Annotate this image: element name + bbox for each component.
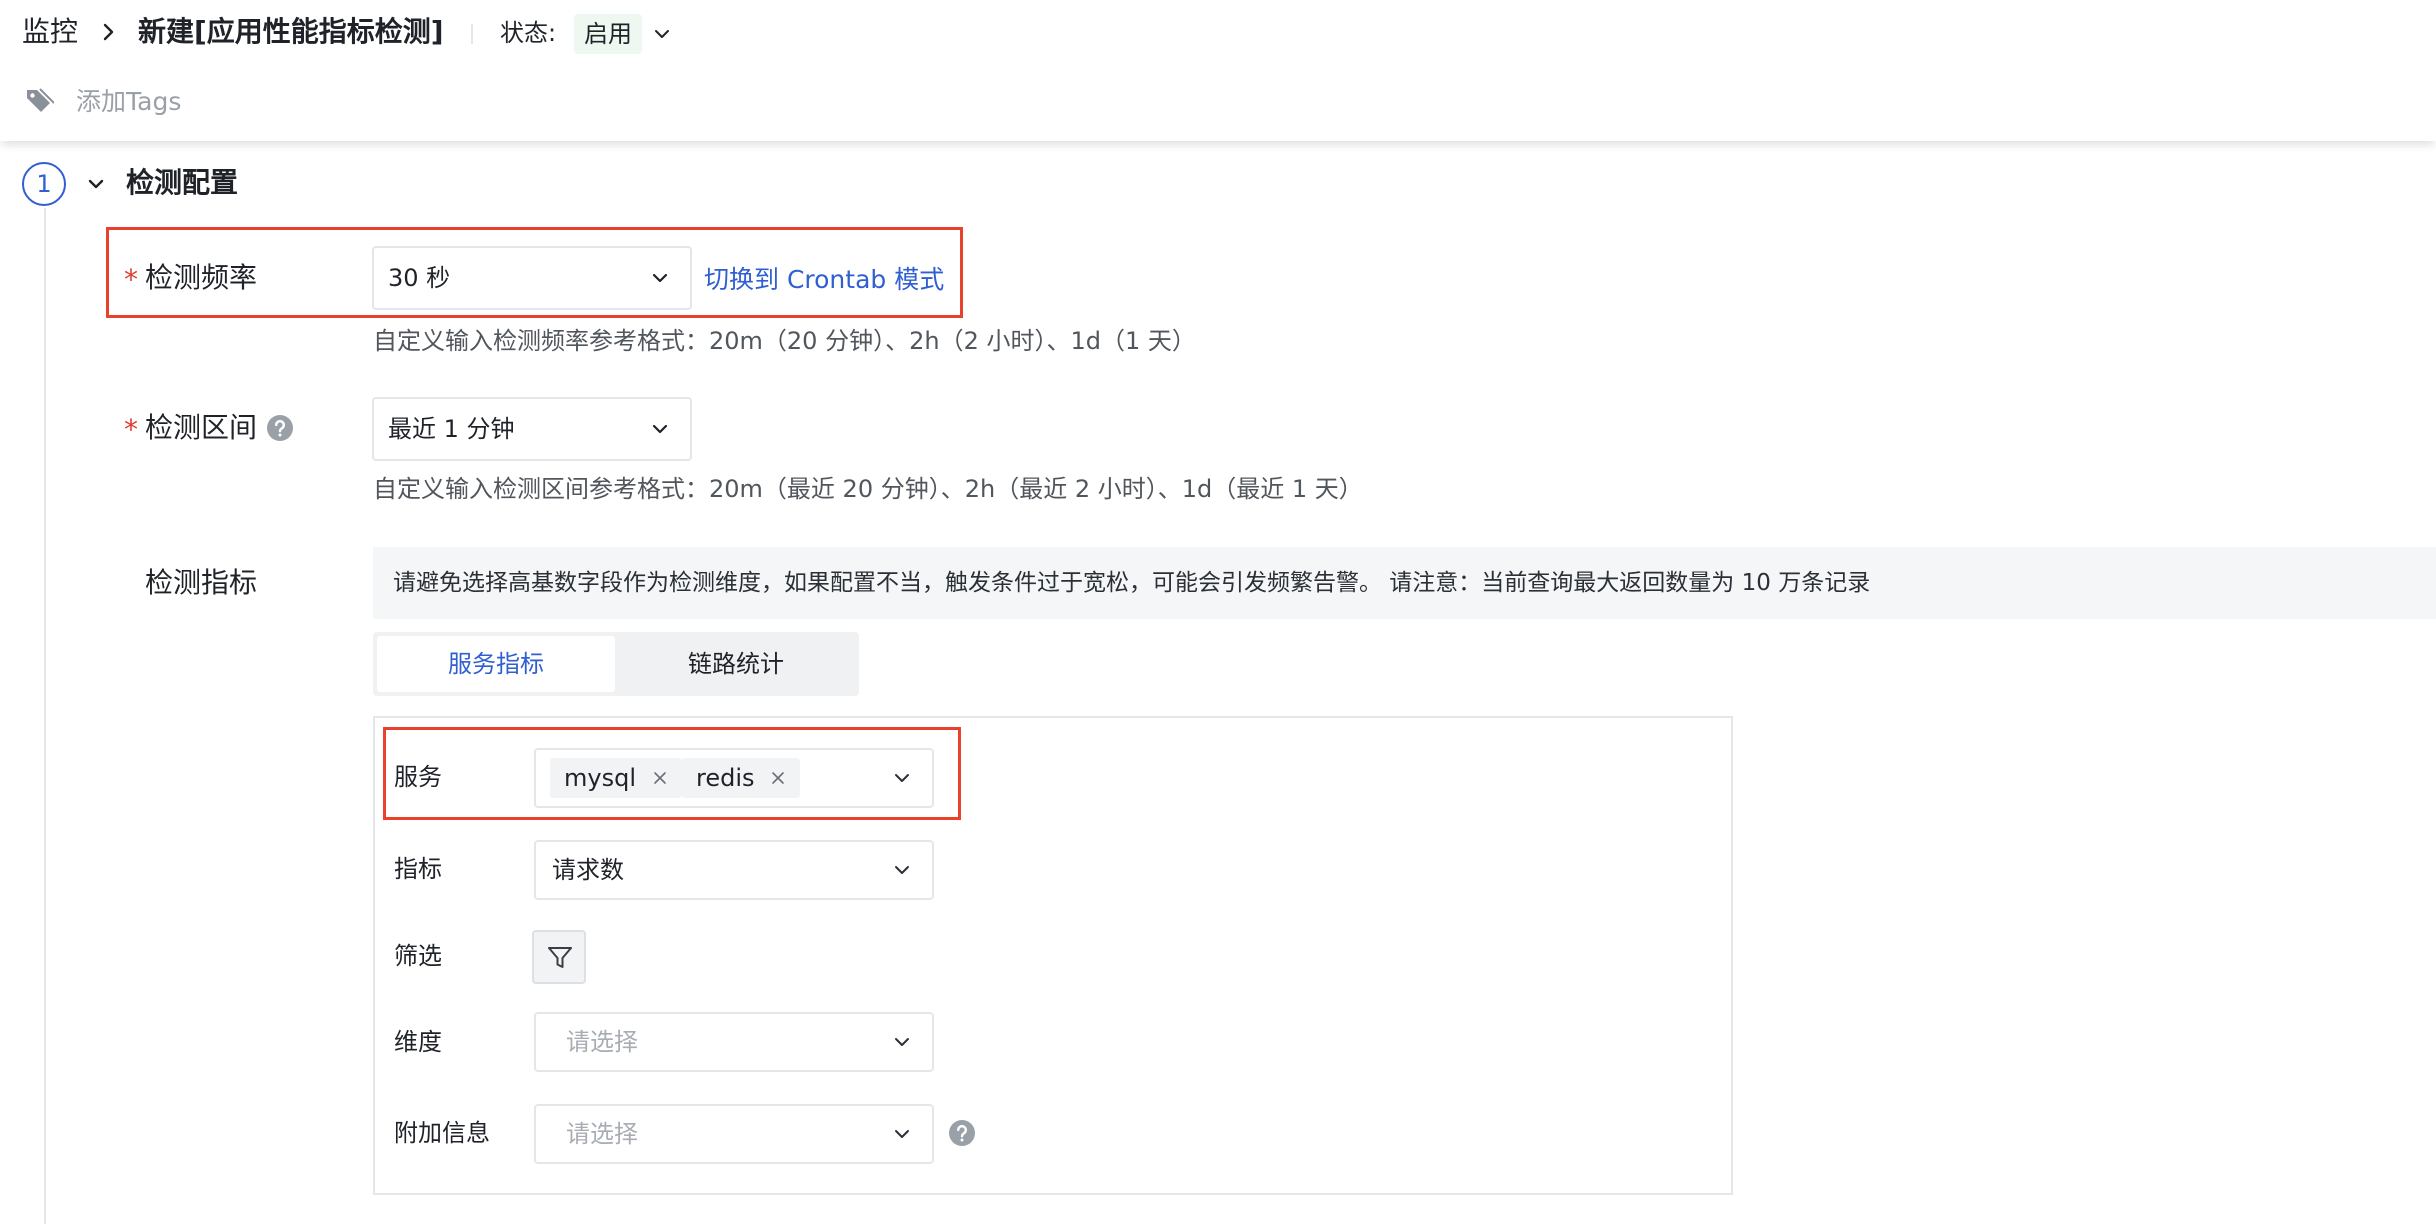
chevron-down-icon[interactable]: [84, 172, 108, 196]
chevron-down-icon: [648, 417, 672, 441]
section-line: [44, 208, 46, 1224]
required-mark: *: [124, 263, 138, 296]
filter-label: 筛选: [394, 942, 442, 970]
chip-label: redis: [696, 764, 755, 792]
range-label: 检测区间: [145, 411, 258, 444]
chevron-down-icon[interactable]: [650, 22, 674, 46]
page-title: 新建[应用性能指标检测]: [138, 15, 444, 48]
service-label: 服务: [394, 763, 442, 791]
section-title[interactable]: 检测配置: [126, 163, 238, 203]
metrics-tabs: 服务指标 链路统计: [373, 632, 859, 696]
chevron-down-icon: [890, 766, 914, 790]
extra-info-select[interactable]: 请选择: [534, 1104, 934, 1164]
metrics-label: 检测指标: [145, 566, 258, 599]
tab-trace-statistics[interactable]: 链路统计: [617, 636, 855, 692]
indicator-label: 指标: [394, 855, 442, 883]
question-circle-icon[interactable]: [266, 414, 294, 442]
selected-chip-redis: redis: [682, 758, 801, 798]
frequency-value: 30 秒: [388, 264, 451, 292]
range-value: 最近 1 分钟: [388, 415, 515, 443]
tag-icon: [24, 86, 54, 116]
metrics-notice-text: 请避免选择高基数字段作为检测维度，如果配置不当，触发条件过于宽松，可能会引发频繁…: [393, 570, 1871, 596]
chevron-down-icon: [648, 266, 672, 290]
indicator-select[interactable]: 请求数: [534, 840, 934, 900]
chip-label: mysql: [564, 764, 636, 792]
dimension-select[interactable]: 请选择: [534, 1012, 934, 1072]
breadcrumb-monitor-link[interactable]: 监控: [22, 12, 78, 52]
status-badge[interactable]: 启用: [574, 14, 642, 54]
chevron-down-icon: [890, 1122, 914, 1146]
extra-info-placeholder: 请选择: [566, 1120, 638, 1148]
dimension-placeholder: 请选择: [566, 1028, 638, 1056]
dimension-label: 维度: [394, 1028, 442, 1056]
range-hint: 自定义输入检测区间参考格式：20m（最近 20 分钟）、2h（最近 2 小时）、…: [373, 475, 1363, 503]
range-select[interactable]: 最近 1 分钟: [372, 397, 692, 461]
indicator-value: 请求数: [552, 856, 624, 884]
tab-service-metrics[interactable]: 服务指标: [377, 636, 615, 692]
step-number: 1: [22, 162, 66, 206]
service-multiselect[interactable]: mysql redis: [534, 748, 934, 808]
header-divider: [471, 24, 473, 44]
page-header: 监控 新建[应用性能指标检测] 状态: 启用 添加Tags: [0, 0, 2436, 141]
frequency-select[interactable]: 30 秒: [372, 246, 692, 310]
status-label: 状态:: [500, 19, 557, 47]
metrics-notice: 请避免选择高基数字段作为检测维度，如果配置不当，触发条件过于宽松，可能会引发频繁…: [373, 547, 2436, 619]
switch-crontab-link[interactable]: 切换到 Crontab 模式: [704, 262, 944, 298]
frequency-label: 检测频率: [145, 261, 258, 294]
close-icon[interactable]: [652, 770, 668, 786]
required-mark: *: [124, 413, 138, 446]
chevron-down-icon: [890, 858, 914, 882]
chevron-right-icon: [96, 20, 120, 44]
chevron-down-icon: [890, 1030, 914, 1054]
selected-chip-mysql: mysql: [550, 758, 682, 798]
extra-info-label: 附加信息: [394, 1119, 490, 1147]
add-tags-input[interactable]: 添加Tags: [76, 84, 181, 120]
frequency-hint: 自定义输入检测频率参考格式：20m（20 分钟）、2h（2 小时）、1d（1 天…: [373, 327, 1196, 355]
close-icon[interactable]: [770, 770, 786, 786]
filter-button[interactable]: [532, 930, 586, 984]
question-circle-icon[interactable]: [948, 1119, 976, 1147]
funnel-icon: [548, 947, 572, 968]
